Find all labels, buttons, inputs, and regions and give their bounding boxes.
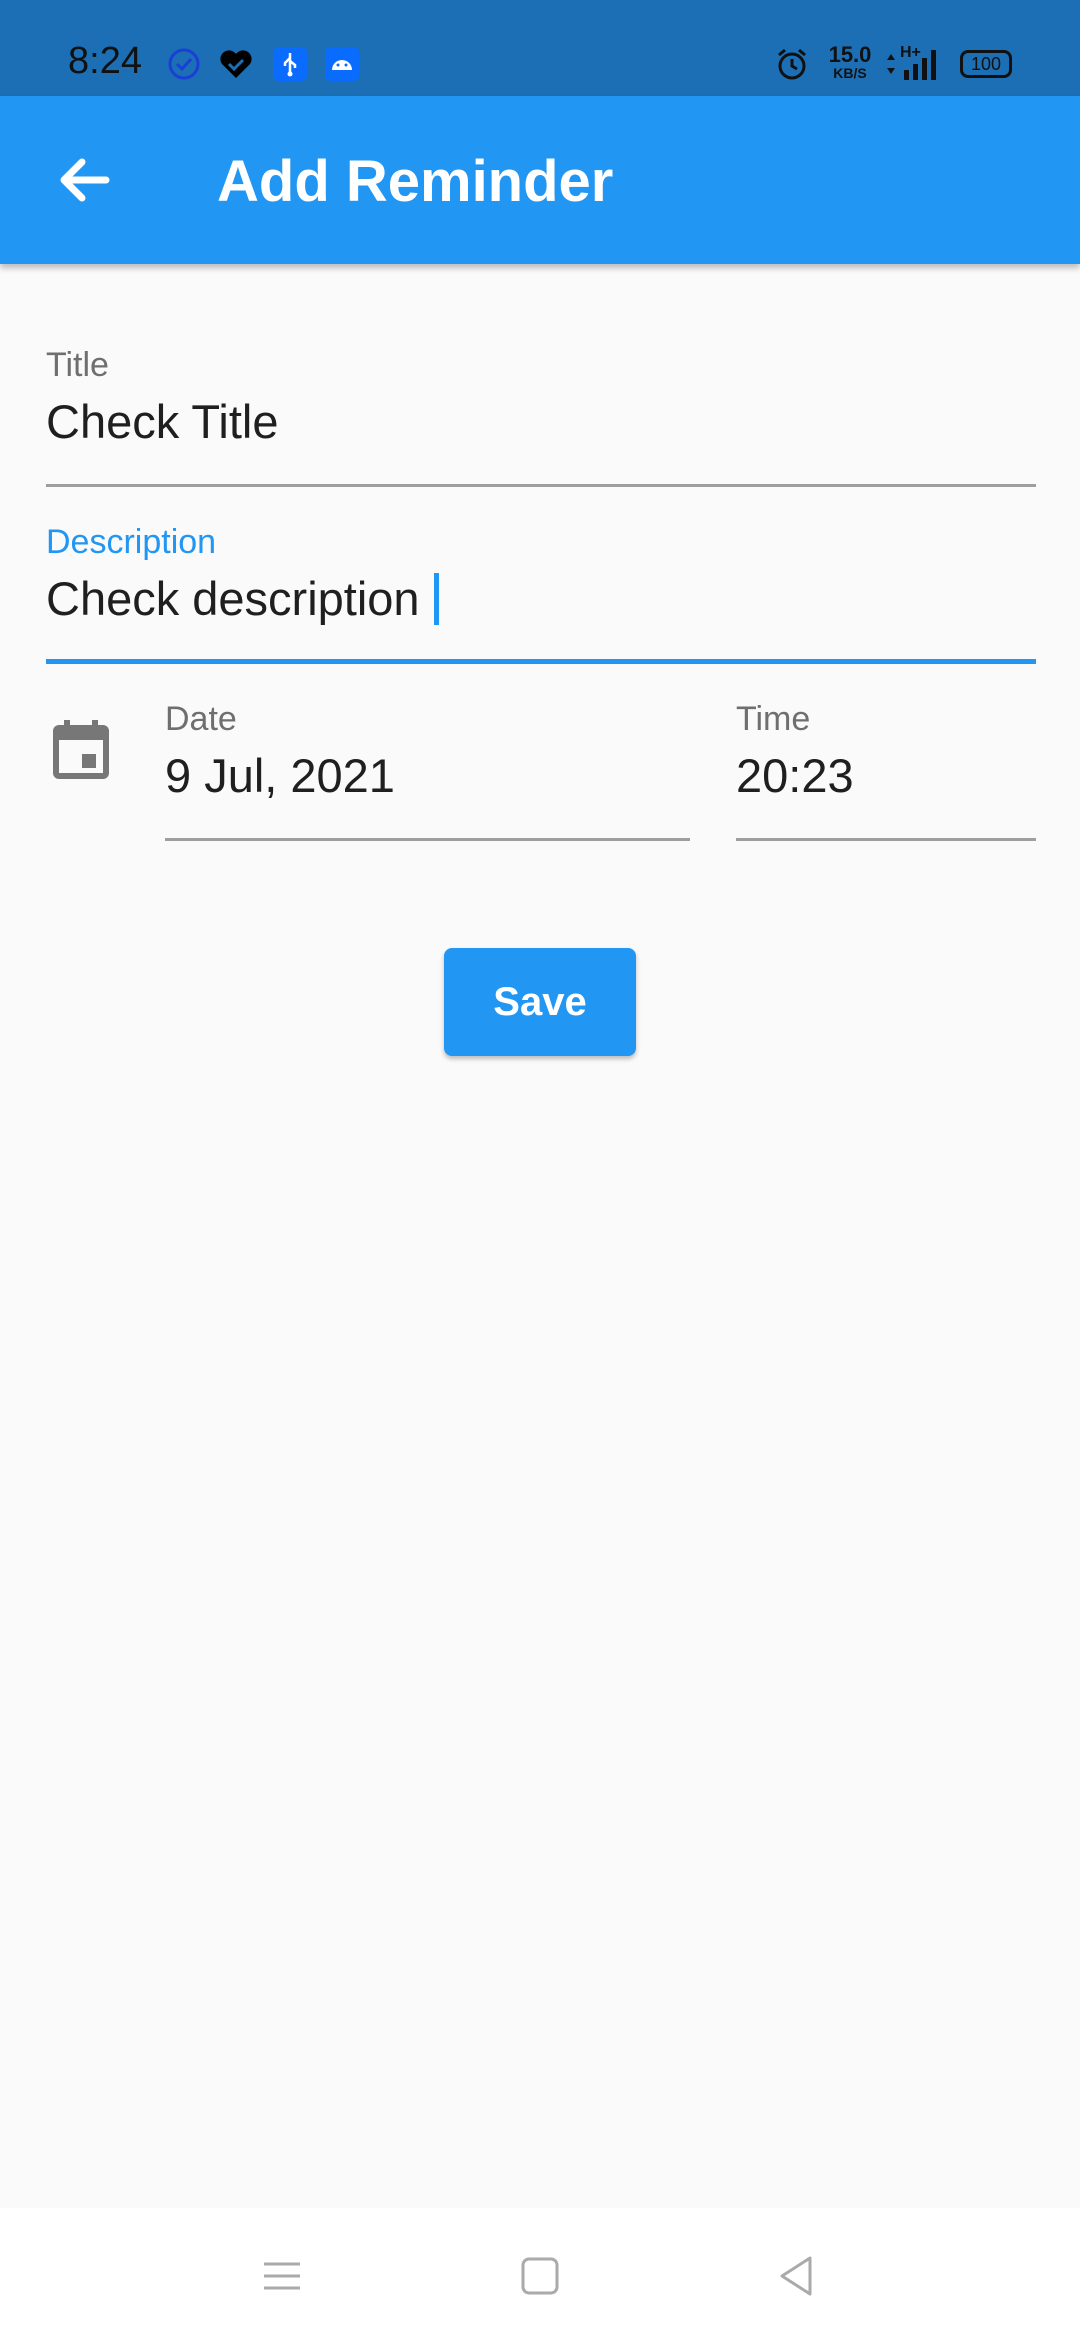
description-underline: [46, 659, 1036, 664]
arrow-left-icon[interactable]: [44, 140, 124, 220]
data-arrows-icon: [887, 54, 895, 74]
date-underline: [165, 838, 690, 841]
clock-check-icon: [168, 48, 200, 80]
menu-icon[interactable]: [252, 2246, 312, 2306]
alarm-icon: [778, 48, 806, 80]
page-title: Add Reminder: [217, 149, 614, 214]
android-icon: [325, 47, 359, 81]
heart-check-icon: [220, 50, 252, 78]
home-square-icon[interactable]: [510, 2246, 570, 2306]
date-input[interactable]: 9 Jul, 2021: [165, 748, 395, 803]
description-text: Check description: [46, 572, 420, 625]
nav-bar: [0, 2208, 1080, 2340]
calendar-icon: [53, 720, 109, 779]
battery-level: 100: [970, 54, 1002, 74]
title-input[interactable]: Check Title: [46, 394, 278, 449]
status-time: 8:24: [68, 40, 142, 82]
time-underline: [736, 838, 1036, 841]
title-underline: [46, 484, 1036, 487]
text-cursor: [433, 573, 439, 625]
description-label: Description: [46, 523, 217, 561]
save-button[interactable]: Save: [444, 948, 636, 1056]
app-bar: Add Reminder: [0, 96, 1080, 264]
screen: 8:24 15.0 KB/S H+ 100 Add Reminder Title…: [0, 0, 1080, 2340]
status-bar: 8:24 15.0 KB/S H+ 100: [0, 0, 1080, 96]
battery-icon: 100: [960, 50, 1012, 78]
date-label: Date: [165, 700, 237, 738]
title-label: Title: [46, 346, 109, 384]
time-label: Time: [736, 700, 811, 738]
description-input[interactable]: Check description: [46, 571, 439, 626]
net-speed: 15.0 KB/S: [828, 42, 872, 82]
time-input[interactable]: 20:23: [736, 748, 854, 803]
signal-icon: [904, 50, 936, 80]
back-triangle-icon[interactable]: [766, 2246, 826, 2306]
usb-icon: [273, 47, 307, 81]
